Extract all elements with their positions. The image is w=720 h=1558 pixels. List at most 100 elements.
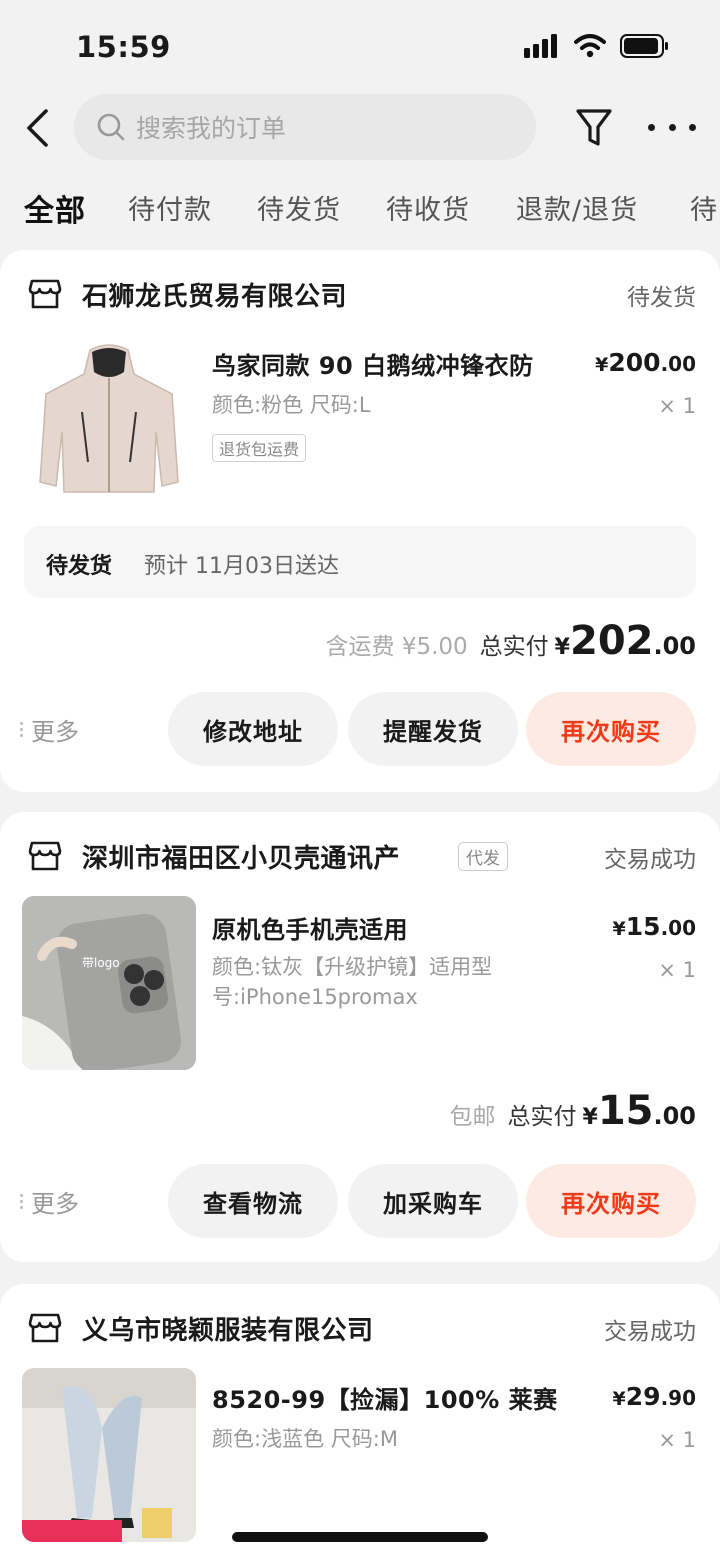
total-integer: 202 [569,618,654,664]
order-total: 包邮 总实付 ¥ 15 .00 [450,1088,697,1134]
price-integer: 15 [625,912,661,941]
more-dot-icon [668,123,676,131]
order-card: 石狮龙氏贸易有限公司 待发货 鸟家同款 90 白鹅绒冲锋衣防 颜色:粉色 尺码:… [0,250,720,792]
tab-pending-payment[interactable]: 待付款 [128,188,212,227]
product-title[interactable]: 8520-99【捡漏】100% 莱赛 [212,1380,558,1415]
order-total: 含运费 ¥5.00 总实付 ¥ 202 .00 [326,618,696,664]
view-logistics-button[interactable]: 查看物流 [168,1164,338,1238]
phone-case-image [22,896,196,1070]
total-label: 总实付 [479,634,549,660]
tab-pending-shipment[interactable]: 待发货 [257,188,341,227]
product-price: ¥15.00 [613,912,696,941]
shipping-info[interactable]: 待发货 预计 11月03日送达 [24,526,696,598]
product-spec: 颜色:粉色 尺码:L [212,393,371,417]
dropship-badge: 代发 [458,842,508,871]
shipping-fee-note: 含运费 ¥5.00 [325,634,468,660]
chevron-left-icon [27,109,48,147]
product-title[interactable]: 原机色手机壳适用 [212,910,408,945]
action-row: 更多 修改地址 提醒发货 再次购买 [0,692,720,766]
status-bar: 15:59 [0,0,720,92]
total-symbol: ¥ [554,635,570,660]
product-image[interactable] [22,332,196,506]
more-actions-link[interactable]: 更多 [20,712,79,747]
pants-image [22,1368,196,1542]
product-quantity: × 1 [658,1428,696,1452]
product-title[interactable]: 鸟家同款 90 白鹅绒冲锋衣防 [212,346,534,381]
shipping-status: 待发货 [46,554,113,579]
shop-row[interactable]: 石狮龙氏贸易有限公司 待发货 [24,276,696,312]
status-icons [524,34,670,58]
buy-again-button[interactable]: 再次购买 [526,1164,696,1238]
price-symbol: ¥ [595,354,609,376]
product-quantity: × 1 [658,394,696,418]
cellular-signal-icon [524,34,557,58]
back-button[interactable] [24,106,64,150]
tab-pending-receipt[interactable]: 待收货 [386,188,470,227]
shop-name: 石狮龙氏贸易有限公司 [82,282,348,312]
total-decimal: .00 [653,1102,696,1130]
action-row: 更多 查看物流 加采购车 再次购买 [0,1164,720,1238]
order-status: 交易成功 [604,1319,696,1345]
price-decimal: .90 [660,1386,696,1410]
more-dot-icon [648,123,655,131]
shop-row[interactable]: 深圳市福田区小贝壳通讯产 代发 交易成功 [24,838,696,874]
status-time: 15:59 [76,30,171,64]
shop-name: 深圳市福田区小贝壳通讯产 [82,844,401,874]
price-symbol: ¥ [612,918,626,940]
more-actions-label: 更多 [31,1190,79,1218]
home-indicator[interactable] [232,1532,488,1542]
product-image[interactable] [22,1368,196,1542]
delivery-estimate: 预计 11月03日送达 [144,554,339,579]
battery-icon [620,34,668,58]
more-options-button[interactable] [648,110,696,144]
tab-refund-return[interactable]: 退款/退货 [516,188,638,227]
shop-icon [28,841,62,871]
shipping-fee-note: 包邮 [449,1104,496,1130]
jacket-image [22,332,196,506]
tab-all[interactable]: 全部 [24,186,86,230]
price-integer: 29 [625,1382,661,1411]
total-integer: 15 [597,1088,654,1134]
shop-icon [28,279,62,309]
tab-next[interactable]: 待 [690,188,718,227]
product-spec: 颜色:浅蓝色 尺码:M [212,1427,398,1451]
search-input[interactable]: 搜索我的订单 [74,94,536,160]
product-price: ¥29.90 [613,1382,696,1411]
price-integer: 200 [608,348,661,377]
more-dot-icon [689,123,696,131]
modify-address-button[interactable]: 修改地址 [168,692,338,766]
filter-icon [576,109,612,146]
return-shipping-badge: 退货包运费 [212,434,307,462]
shop-row[interactable]: 义乌市晓颖服装有限公司 交易成功 [24,1310,696,1346]
more-actions-label: 更多 [31,718,79,746]
product-quantity: × 1 [658,958,696,982]
header: 搜索我的订单 [0,94,720,162]
buy-again-button[interactable]: 再次购买 [526,692,696,766]
filter-button[interactable] [574,106,614,150]
add-to-cart-button[interactable]: 加采购车 [348,1164,518,1238]
remind-shipment-button[interactable]: 提醒发货 [348,692,518,766]
search-placeholder: 搜索我的订单 [136,114,287,143]
product-image[interactable]: 带logo [22,896,196,1070]
total-label: 总实付 [507,1104,577,1130]
order-card: 义乌市晓颖服装有限公司 交易成功 8520-99【捡漏】100% 莱赛 颜色:浅… [0,1284,720,1558]
wifi-icon [574,34,606,58]
price-decimal: .00 [660,916,696,940]
vertical-dots-icon [20,1194,23,1209]
price-symbol: ¥ [612,1388,626,1410]
search-icon [97,113,125,141]
product-price: ¥200.00 [595,348,696,377]
price-decimal: .00 [660,352,696,376]
vertical-dots-icon [20,722,23,737]
total-decimal: .00 [653,632,696,660]
total-symbol: ¥ [582,1105,598,1130]
product-spec: 颜色:钛灰【升级护镜】适用型号:iPhone15promax [212,955,493,1009]
order-card: 深圳市福田区小贝壳通讯产 代发 交易成功 带logo 原机色手机壳适用 颜色:钛… [0,812,720,1262]
order-status: 交易成功 [604,847,696,873]
shop-name: 义乌市晓颖服装有限公司 [82,1316,374,1346]
more-actions-link[interactable]: 更多 [20,1184,79,1219]
order-status: 待发货 [627,285,696,311]
logo-watermark: 带logo [82,956,120,970]
shop-icon [28,1313,62,1343]
order-tabs: 全部 待付款 待发货 待收货 退款/退货 待 [0,182,720,238]
